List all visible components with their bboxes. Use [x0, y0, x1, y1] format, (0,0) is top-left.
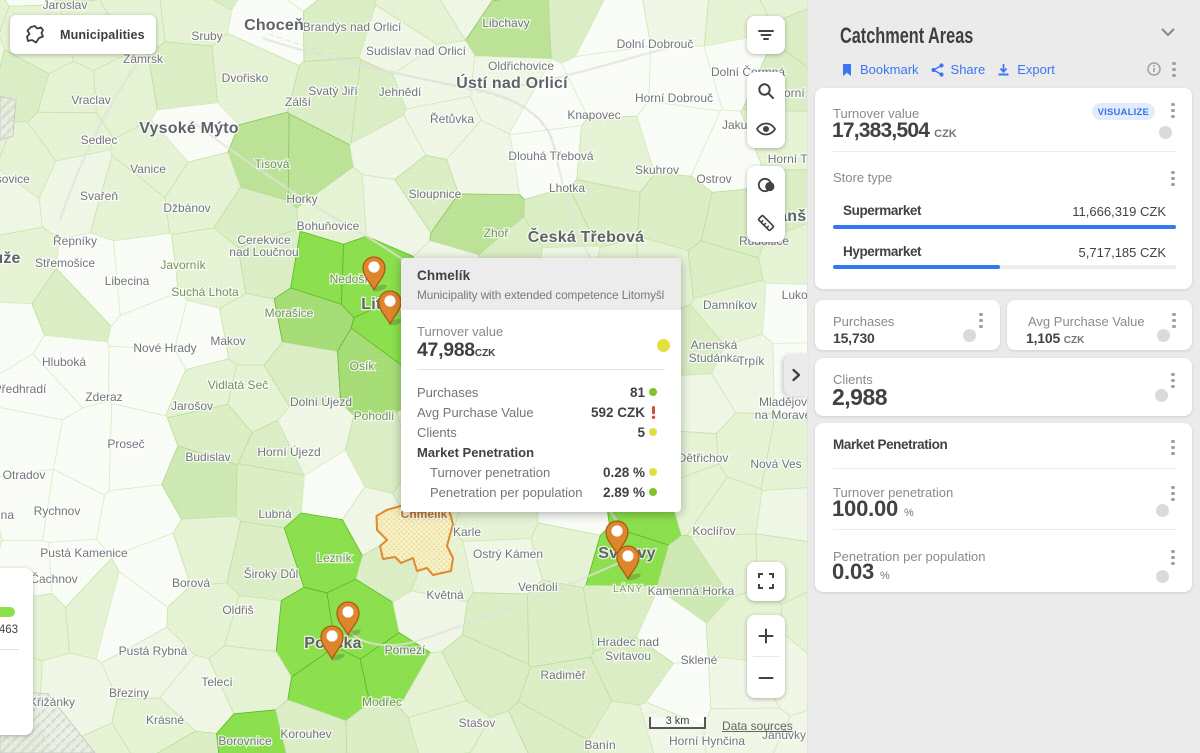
- svg-text:Stašov: Stašov: [459, 716, 496, 730]
- svg-text:Telecí: Telecí: [201, 675, 233, 689]
- svg-text:Střemošice: Střemošice: [35, 256, 95, 270]
- svg-text:Skuhrov: Skuhrov: [635, 163, 679, 177]
- svg-text:Makov: Makov: [210, 334, 245, 348]
- svg-text:Lezník: Lezník: [316, 551, 352, 565]
- svg-text:Sloupnice: Sloupnice: [409, 187, 462, 201]
- svg-text:Tišovice: Tišovice: [0, 172, 30, 186]
- svg-text:Březiny: Březiny: [109, 686, 149, 700]
- svg-text:Předhradí: Předhradí: [0, 382, 47, 396]
- svg-text:Hluboká: Hluboká: [42, 355, 86, 369]
- svg-text:Studánka: Studánka: [689, 351, 740, 365]
- svg-text:Rychnov: Rychnov: [34, 504, 81, 518]
- svg-text:Čachnov: Čachnov: [30, 571, 77, 586]
- svg-text:Krásné: Krásné: [146, 713, 184, 727]
- svg-text:Vanice: Vanice: [130, 162, 166, 176]
- svg-text:Květná: Květná: [426, 588, 464, 602]
- svg-text:Řepníky: Řepníky: [53, 233, 97, 248]
- svg-text:Luže: Luže: [0, 250, 21, 267]
- svg-text:Horní Újezd: Horní Újezd: [257, 444, 320, 459]
- svg-text:Suchá Lhota: Suchá Lhota: [171, 285, 239, 299]
- svg-text:Horní Hynčina: Horní Hynčina: [669, 734, 745, 748]
- svg-text:Řetůvka: Řetůvka: [430, 111, 474, 126]
- svg-text:Brandýs nad Orlicí: Brandýs nad Orlicí: [303, 20, 402, 34]
- svg-text:Ústí nad Orlicí: Ústí nad Orlicí: [456, 73, 568, 92]
- svg-text:Budislav: Budislav: [185, 450, 230, 464]
- svg-text:Karle: Karle: [453, 525, 481, 539]
- svg-text:Zámrsk: Zámrsk: [123, 52, 164, 66]
- svg-text:Mladějov: Mladějov: [759, 395, 807, 409]
- svg-text:Damníkov: Damníkov: [703, 298, 757, 312]
- svg-text:Korouhev: Korouhev: [280, 727, 331, 741]
- svg-text:Lhotka: Lhotka: [549, 181, 585, 195]
- svg-text:Lubná: Lubná: [258, 507, 292, 521]
- svg-text:Oldřiš: Oldřiš: [222, 603, 253, 617]
- svg-text:Široký Důl: Široký Důl: [244, 566, 299, 581]
- svg-text:una: una: [0, 508, 14, 522]
- svg-text:Pustá Kamenice: Pustá Kamenice: [40, 546, 128, 560]
- svg-text:Radiměř: Radiměř: [540, 668, 586, 682]
- svg-text:Vysoké Mýto: Vysoké Mýto: [139, 120, 238, 137]
- svg-text:Jehnědí: Jehnědí: [379, 85, 422, 99]
- svg-text:Horní Dobrouč: Horní Dobrouč: [635, 91, 713, 105]
- svg-text:Sruby: Sruby: [191, 29, 222, 43]
- svg-text:Dolní Újezd: Dolní Újezd: [290, 394, 352, 409]
- svg-text:Sedlec: Sedlec: [81, 133, 118, 147]
- svg-text:Česká Třebová: Česká Třebová: [528, 227, 644, 246]
- svg-text:Pomezí: Pomezí: [385, 643, 426, 657]
- svg-text:Libchavy: Libchavy: [482, 16, 529, 30]
- svg-text:Vendolí: Vendolí: [518, 580, 559, 594]
- svg-text:Vidlatá Seč: Vidlatá Seč: [208, 378, 269, 392]
- svg-text:Dětřichov: Dětřichov: [678, 451, 729, 465]
- svg-text:Tisová: Tisová: [255, 157, 290, 171]
- svg-text:Jarošov: Jarošov: [171, 399, 213, 413]
- svg-text:Koclířov: Koclířov: [692, 524, 735, 538]
- svg-text:Jaroslav: Jaroslav: [43, 0, 88, 12]
- svg-text:Otradov: Otradov: [3, 468, 46, 482]
- svg-text:Javorník: Javorník: [160, 258, 206, 272]
- svg-text:Pohodlí: Pohodlí: [354, 409, 395, 423]
- svg-text:Dlouhá Třebová: Dlouhá Třebová: [508, 149, 593, 163]
- svg-text:Nové Hrady: Nové Hrady: [133, 341, 196, 355]
- svg-text:Oldřichovice: Oldřichovice: [488, 59, 554, 73]
- svg-text:Choceň: Choceň: [244, 17, 304, 34]
- svg-text:Džbánov: Džbánov: [163, 201, 210, 215]
- svg-text:Svitavou: Svitavou: [605, 649, 651, 663]
- svg-text:Svařeň: Svařeň: [80, 189, 118, 203]
- svg-text:Dvořisko: Dvořisko: [222, 71, 269, 85]
- svg-text:Proseč: Proseč: [107, 437, 144, 451]
- svg-text:Sudislav nad Orlicí: Sudislav nad Orlicí: [366, 44, 467, 58]
- svg-text:Luková: Luková: [782, 288, 807, 302]
- svg-text:Kamenná Horka: Kamenná Horka: [648, 584, 735, 598]
- svg-text:Libecina: Libecina: [105, 274, 150, 288]
- svg-text:Modřec: Modřec: [362, 695, 402, 709]
- svg-text:Borovnice: Borovnice: [218, 734, 272, 748]
- svg-text:Anenská: Anenská: [691, 338, 738, 352]
- svg-text:Hradec nad: Hradec nad: [597, 635, 659, 649]
- svg-text:Trpík: Trpík: [738, 354, 766, 368]
- svg-text:Zderaz: Zderaz: [85, 390, 122, 404]
- svg-text:nad Loučnou: nad Loučnou: [229, 245, 298, 259]
- svg-text:na Moravě: na Moravě: [755, 408, 807, 422]
- svg-text:Osík: Osík: [350, 359, 376, 373]
- svg-text:Banín: Banín: [584, 738, 615, 752]
- svg-text:Ostrov: Ostrov: [696, 172, 731, 186]
- svg-text:Horky: Horky: [286, 192, 317, 206]
- svg-text:LÁNY: LÁNY: [613, 582, 643, 595]
- svg-text:Knapovec: Knapovec: [567, 108, 620, 122]
- svg-text:Nová Ves: Nová Ves: [750, 457, 801, 471]
- svg-text:Morašice: Morašice: [265, 306, 314, 320]
- svg-text:Zhoř: Zhoř: [484, 226, 510, 240]
- svg-text:Ostrý Kámen: Ostrý Kámen: [473, 547, 543, 561]
- svg-text:Zálší: Zálší: [285, 95, 312, 109]
- svg-text:Sklené: Sklené: [681, 653, 718, 667]
- svg-text:Bohuňovice: Bohuňovice: [297, 219, 360, 233]
- svg-text:Křižánky: Křižánky: [29, 695, 75, 709]
- svg-text:Borová: Borová: [172, 576, 210, 590]
- svg-text:Svatý Jiří: Svatý Jiří: [308, 84, 358, 98]
- svg-text:Dolní Dobrouč: Dolní Dobrouč: [617, 37, 694, 51]
- svg-text:Pustá Rybná: Pustá Rybná: [119, 644, 188, 658]
- svg-text:Horní Třešňovec: Horní Třešňovec: [768, 152, 807, 166]
- svg-text:Vraclav: Vraclav: [71, 93, 111, 107]
